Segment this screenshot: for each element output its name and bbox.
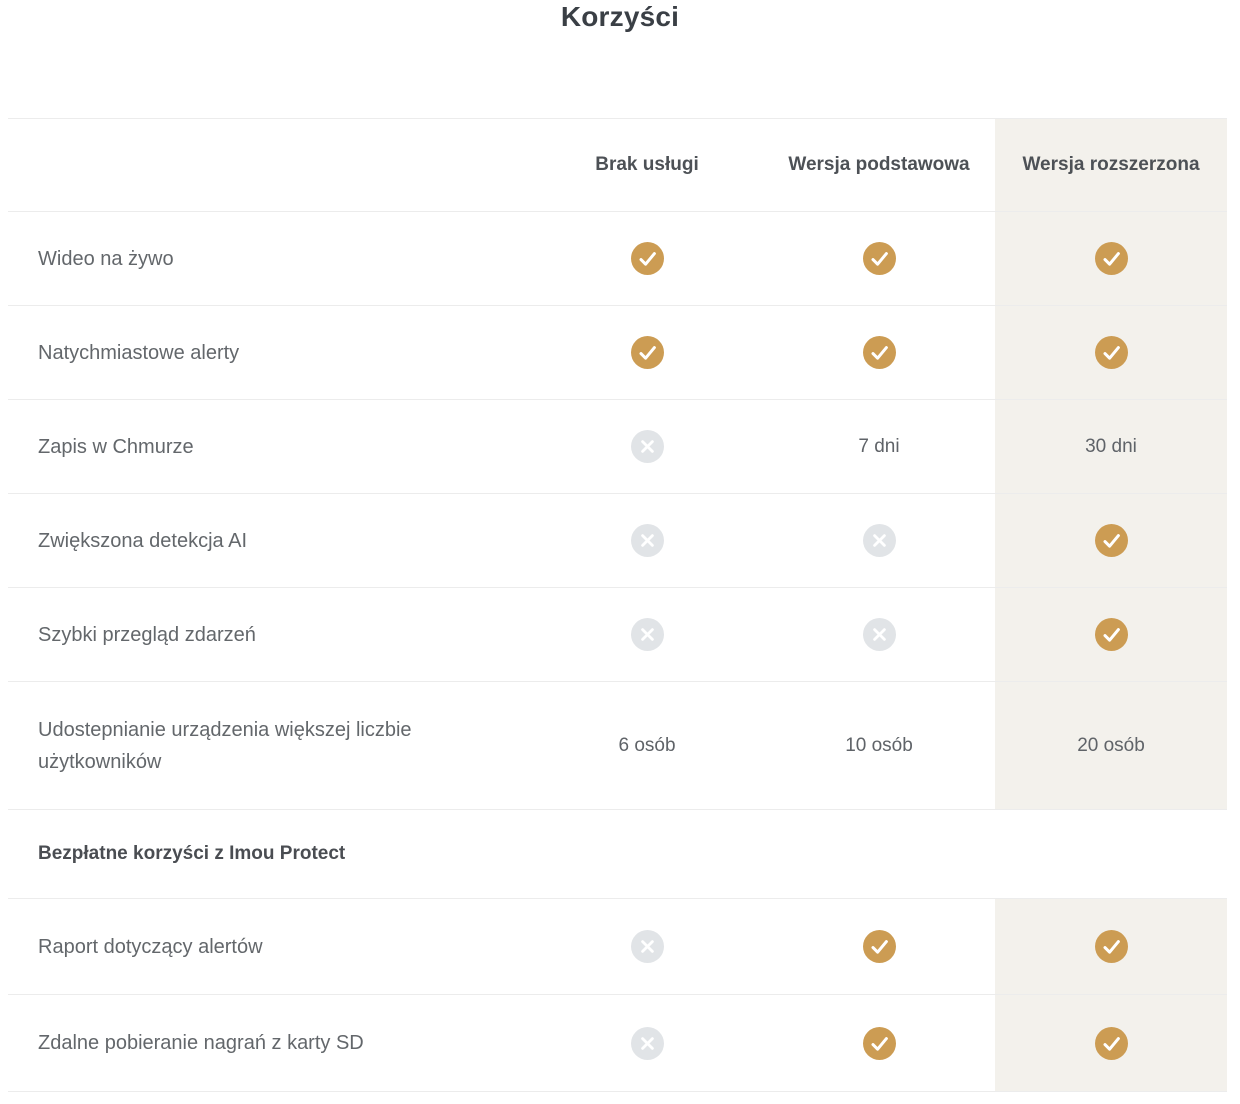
cell-value: 10 osób [763,682,995,809]
cross-icon [631,430,664,463]
column-header-wersja-podstawowa: Wersja podstawowa [763,119,995,211]
row-label: Raport dotyczący alertów [8,899,531,994]
check-icon [863,336,896,369]
table-row: Wideo na żywo [8,212,1227,306]
cross-icon [863,618,896,651]
cross-icon [631,930,664,963]
row-label: Wideo na żywo [8,212,531,305]
table-header-row: Brak usługi Wersja podstawowa Wersja roz… [8,118,1227,212]
check-icon [1095,618,1128,651]
benefits-comparison-table: Brak usługi Wersja podstawowa Wersja roz… [8,118,1227,1092]
table-row: Zapis w Chmurze 7 dni 30 dni [8,400,1227,494]
section-header-row: Bezpłatne korzyści z Imou Protect [8,810,1227,899]
table-row: Raport dotyczący alertów [8,899,1227,995]
row-label: Szybki przegląd zdarzeń [8,588,531,681]
column-header-brak-uslugi: Brak usługi [531,119,763,211]
check-icon [863,1027,896,1060]
check-icon [631,242,664,275]
row-label: Udostepnianie urządzenia większej liczbi… [8,682,531,809]
cross-icon [631,524,664,557]
check-icon [631,336,664,369]
table-row: Natychmiastowe alerty [8,306,1227,400]
check-icon [1095,930,1128,963]
cross-icon [631,618,664,651]
cross-icon [863,524,896,557]
row-label: Zwiększona detekcja AI [8,494,531,587]
section-header: Bezpłatne korzyści z Imou Protect [8,810,1227,898]
cell-value: 20 osób [995,682,1227,809]
column-header-wersja-rozszerzona: Wersja rozszerzona [995,119,1227,211]
row-label: Zapis w Chmurze [8,400,531,493]
row-label: Natychmiastowe alerty [8,306,531,399]
header-empty-cell [8,119,531,211]
cell-value: 6 osób [531,682,763,809]
cell-value: 7 dni [763,400,995,493]
table-row: Zdalne pobieranie nagrań z karty SD [8,995,1227,1092]
check-icon [1095,336,1128,369]
check-icon [1095,242,1128,275]
row-label: Zdalne pobieranie nagrań z karty SD [8,995,531,1091]
cell-value: 30 dni [995,400,1227,493]
table-row: Szybki przegląd zdarzeń [8,588,1227,682]
check-icon [863,242,896,275]
check-icon [863,930,896,963]
check-icon [1095,524,1128,557]
table-row: Zwiększona detekcja AI [8,494,1227,588]
table-row: Udostepnianie urządzenia większej liczbi… [8,682,1227,810]
cross-icon [631,1027,664,1060]
page-title: Korzyści [0,0,1240,44]
check-icon [1095,1027,1128,1060]
